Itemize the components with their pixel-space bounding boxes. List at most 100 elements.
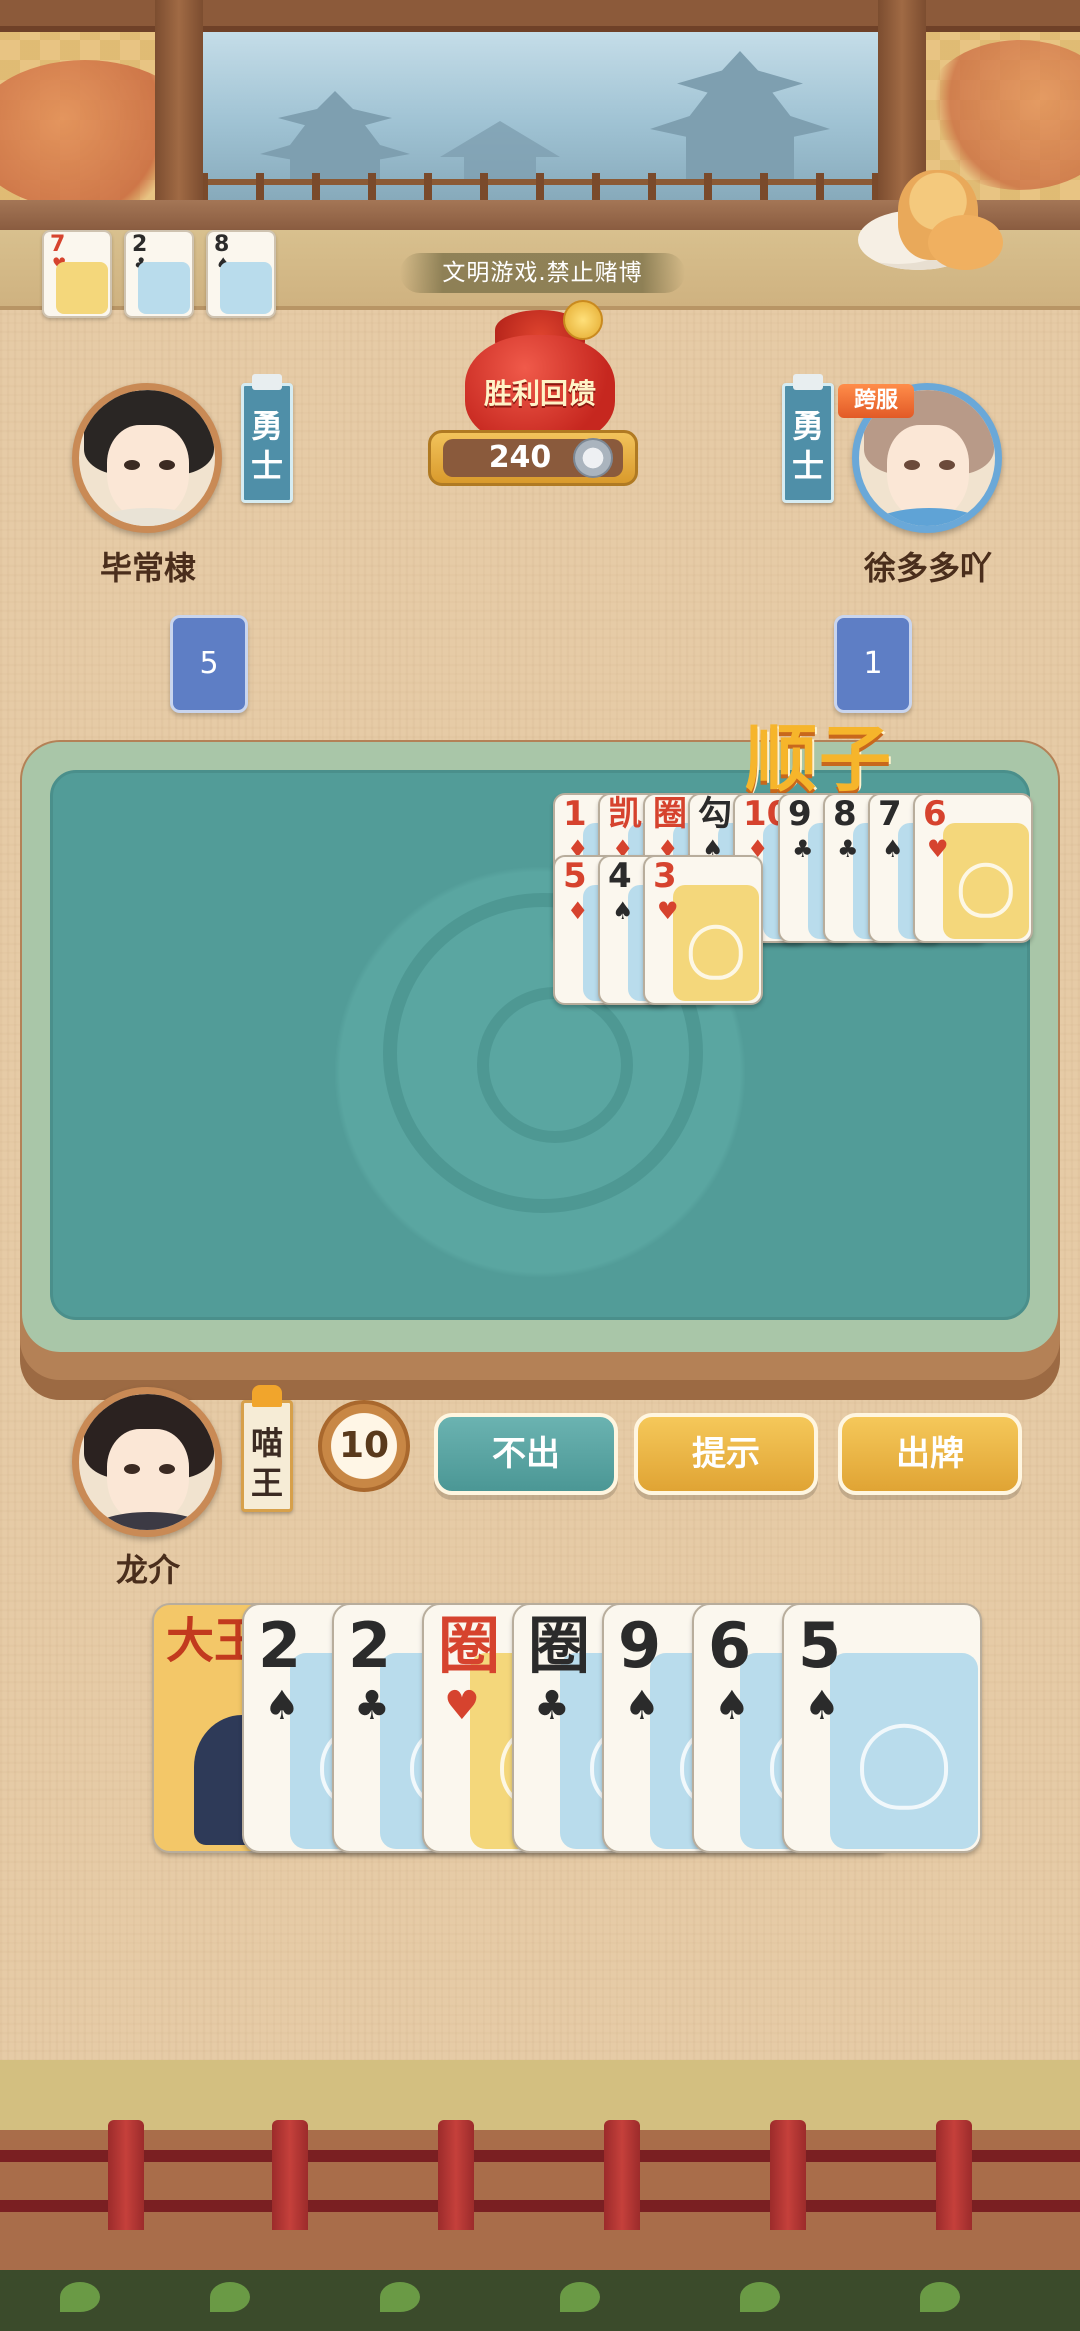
card-suit: ♠: [804, 1683, 840, 1729]
pass-button[interactable]: 不出: [434, 1413, 618, 1495]
card-art: [943, 823, 1029, 939]
card-rank: 4: [608, 856, 632, 896]
fence-post: [438, 2120, 474, 2230]
combo-label: 顺子: [745, 717, 894, 801]
pagoda-icon: [440, 121, 560, 181]
leaf-icon: [60, 2282, 100, 2312]
leaf-icon: [210, 2282, 250, 2312]
hint-button[interactable]: 提示: [634, 1413, 818, 1495]
face: [887, 425, 969, 520]
fence-post: [936, 2120, 972, 2230]
face: [107, 1429, 189, 1524]
rank-tag-self: 喵王: [241, 1385, 293, 1512]
rank-tag-right: 勇士: [782, 374, 834, 503]
player-name-self: 龙介: [115, 1551, 180, 1589]
cross-server-badge: 跨服: [838, 384, 914, 418]
body: [89, 508, 209, 526]
body: [869, 508, 989, 526]
leaf-icon: [560, 2282, 600, 2312]
card-rank: 7: [878, 794, 902, 834]
tag-clip: [793, 374, 823, 390]
card-rank: 9: [788, 794, 812, 834]
fair-play-notice: 文明游戏.禁止赌博: [400, 253, 685, 293]
card-rank: 凯: [608, 794, 642, 834]
fence-post: [604, 2120, 640, 2230]
card-suit: ♣: [354, 1683, 390, 1729]
rank-title: 喵王: [250, 1424, 283, 1502]
card-art: [138, 262, 190, 314]
card-art: [220, 262, 272, 314]
player-name-right: 徐多多吖: [863, 549, 992, 587]
body: [89, 1512, 209, 1530]
face: [107, 425, 189, 520]
eye: [159, 1464, 175, 1474]
card-rank: 1: [563, 794, 587, 834]
eye: [939, 460, 955, 470]
wooden-post: [155, 0, 203, 215]
card-suit: ♠: [624, 1683, 660, 1729]
eye: [124, 1464, 140, 1474]
cards-left-count: 5: [170, 615, 248, 713]
card-suit: ♠: [882, 835, 904, 863]
player-name-left: 毕常棣: [99, 549, 196, 587]
card-rank: 6: [708, 1609, 752, 1682]
card-rank: 3: [653, 856, 677, 896]
avatar-self[interactable]: [72, 1387, 222, 1537]
leaf-icon: [380, 2282, 420, 2312]
play-cards-button[interactable]: 出牌: [838, 1413, 1022, 1495]
card-suit: ♣: [792, 835, 814, 863]
card-suit: ♥: [444, 1683, 480, 1729]
turn-timer-clock-icon: 10: [318, 1400, 410, 1492]
recent-card[interactable]: 2 ♣: [124, 230, 194, 318]
balcony-rail: [200, 173, 880, 203]
tag-clip: [252, 1385, 282, 1407]
gold-coin-icon: [563, 300, 603, 340]
recent-card[interactable]: 7 ♥: [42, 230, 112, 318]
recent-card[interactable]: 8 ♠: [206, 230, 276, 318]
hand-card[interactable]: 5 ♠: [782, 1603, 982, 1853]
fence-post: [108, 2120, 144, 2230]
fence-post: [272, 2120, 308, 2230]
pagoda-icon: [260, 91, 410, 181]
card-suit: ♠: [714, 1683, 750, 1729]
window-view: [200, 28, 880, 203]
card-suit: ♣: [534, 1683, 570, 1729]
pot-amount: 240: [488, 440, 552, 475]
silver-coin-icon: [573, 438, 613, 478]
eye: [159, 460, 175, 470]
card-art: [56, 262, 108, 314]
cards-left-count: 1: [834, 615, 912, 713]
pot-label: 胜利回馈: [483, 377, 596, 410]
fence-post: [770, 2120, 806, 2230]
card-rank: 圈: [653, 794, 687, 834]
card-rank: 5: [798, 1609, 842, 1682]
grass-strip: [0, 2270, 1080, 2331]
card-rank: 圈: [438, 1609, 501, 1682]
tag-clip: [252, 374, 282, 390]
floor-band: [0, 2060, 1080, 2130]
leaf-icon: [740, 2282, 780, 2312]
rank-tag-left: 勇士: [241, 374, 293, 503]
cats-decoration: [858, 170, 1018, 290]
eye: [904, 460, 920, 470]
played-card: 6 ♥: [913, 793, 1033, 943]
card-suit: ♠: [264, 1683, 300, 1729]
card-rank: 2: [348, 1609, 392, 1682]
eye: [124, 460, 140, 470]
pagoda-icon: [650, 51, 830, 181]
played-card: 3 ♥: [643, 855, 763, 1005]
card-rank: 9: [618, 1609, 662, 1682]
card-rank: 6: [923, 794, 947, 834]
rank-title: 勇士: [791, 407, 824, 485]
card-suit: ♠: [612, 897, 634, 925]
cat-icon: [928, 215, 1003, 270]
card-suit: ♦: [567, 897, 589, 925]
card-suit: ♥: [927, 835, 949, 863]
card-rank: 勾: [698, 794, 732, 834]
avatar-left-player[interactable]: [72, 383, 222, 533]
card-suit: ♣: [837, 835, 859, 863]
rank-title: 勇士: [250, 407, 283, 485]
card-rank: 5: [563, 856, 587, 896]
card-art: [830, 1653, 978, 1849]
card-art: [673, 885, 759, 1001]
